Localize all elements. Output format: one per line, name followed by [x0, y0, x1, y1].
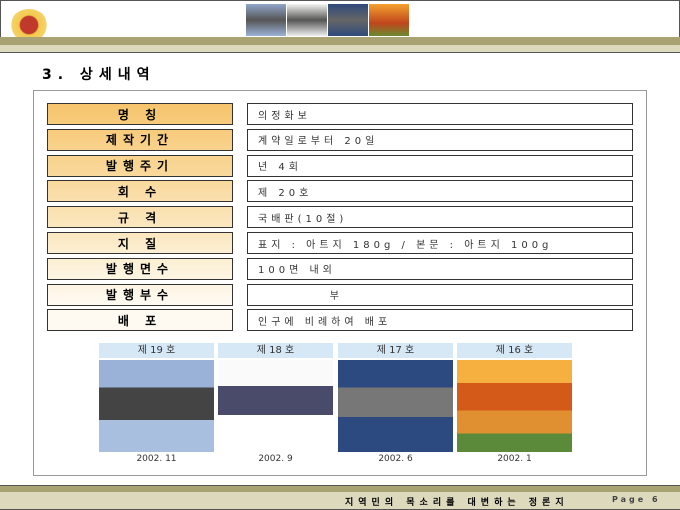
header-band — [0, 37, 680, 45]
spec-row: 회 수 제 20호 — [47, 180, 633, 203]
page-number: Page 6 — [612, 495, 661, 504]
magazine-cover: 제 18 호 2002. 9 — [218, 343, 333, 464]
spec-row: 발행면수 100면 내외 — [47, 257, 633, 280]
section-title: 3. 상세내역 — [42, 67, 156, 83]
spec-row: 발행부수 부 — [47, 283, 633, 306]
spec-value: 국배판(10절) — [247, 206, 633, 229]
spec-label: 배 포 — [47, 309, 233, 332]
spec-row: 발행주기 년 4회 — [47, 154, 633, 177]
spec-label: 지 질 — [47, 232, 233, 254]
footer-slogan: 지역민의 목소리를 대변하는 정론지 — [345, 498, 569, 508]
spec-label: 명 칭 — [47, 103, 233, 125]
cover-thumbnail — [328, 4, 368, 36]
magazine-cover: 제 16 호 2002. 1 — [457, 343, 572, 464]
cover-thumbnail — [246, 4, 286, 36]
spec-value: 100면 내외 — [247, 257, 633, 280]
spec-row: 규 격 국배판(10절) — [47, 206, 633, 229]
cover-image — [338, 360, 453, 452]
spec-label: 발행부수 — [47, 283, 233, 306]
footer-band-light — [0, 492, 680, 510]
magazine-cover: 제 19 호 2002. 11 — [99, 343, 214, 464]
magazine-cover: 제 17 호 2002. 6 — [338, 343, 453, 464]
spec-row: 제작기간 계약일로부터 20일 — [47, 128, 633, 151]
header-cover-thumbnails — [246, 4, 409, 36]
cover-image — [218, 360, 333, 452]
spec-value: 제 20호 — [247, 180, 633, 203]
header-band-light — [0, 45, 680, 53]
cover-thumbnail — [287, 4, 327, 36]
cover-date: 2002. 9 — [258, 454, 293, 464]
cover-issue-label: 제 18 호 — [218, 343, 333, 358]
cover-image — [99, 360, 214, 452]
spec-label: 제작기간 — [47, 128, 233, 151]
spec-row: 명 칭 의정화보 — [47, 103, 633, 125]
cover-date: 2002. 1 — [497, 454, 532, 464]
spec-label: 발행주기 — [47, 154, 233, 177]
spec-label: 규 격 — [47, 206, 233, 229]
spec-value: 의정화보 — [247, 103, 633, 125]
spec-label: 회 수 — [47, 180, 233, 203]
spec-value: 인구에 비례하여 배포 — [247, 309, 633, 332]
cover-thumbnail — [369, 4, 409, 36]
spec-value: 년 4회 — [247, 154, 633, 177]
cover-issue-label: 제 17 호 — [338, 343, 453, 358]
cover-image — [457, 360, 572, 452]
cover-issue-label: 제 16 호 — [457, 343, 572, 358]
spec-row: 지 질 표지 : 아트지 180g / 본문 : 아트지 100g — [47, 232, 633, 254]
spec-label: 발행면수 — [47, 257, 233, 280]
spec-row: 배 포 인구에 비례하여 배포 — [47, 309, 633, 332]
spec-value: 부 — [247, 283, 633, 306]
cover-issue-label: 제 19 호 — [99, 343, 214, 358]
cover-date: 2002. 6 — [378, 454, 413, 464]
cover-date: 2002. 11 — [136, 454, 177, 464]
spec-value: 계약일로부터 20일 — [247, 128, 633, 151]
footer-band — [0, 485, 680, 492]
spec-value: 표지 : 아트지 180g / 본문 : 아트지 100g — [247, 232, 633, 254]
